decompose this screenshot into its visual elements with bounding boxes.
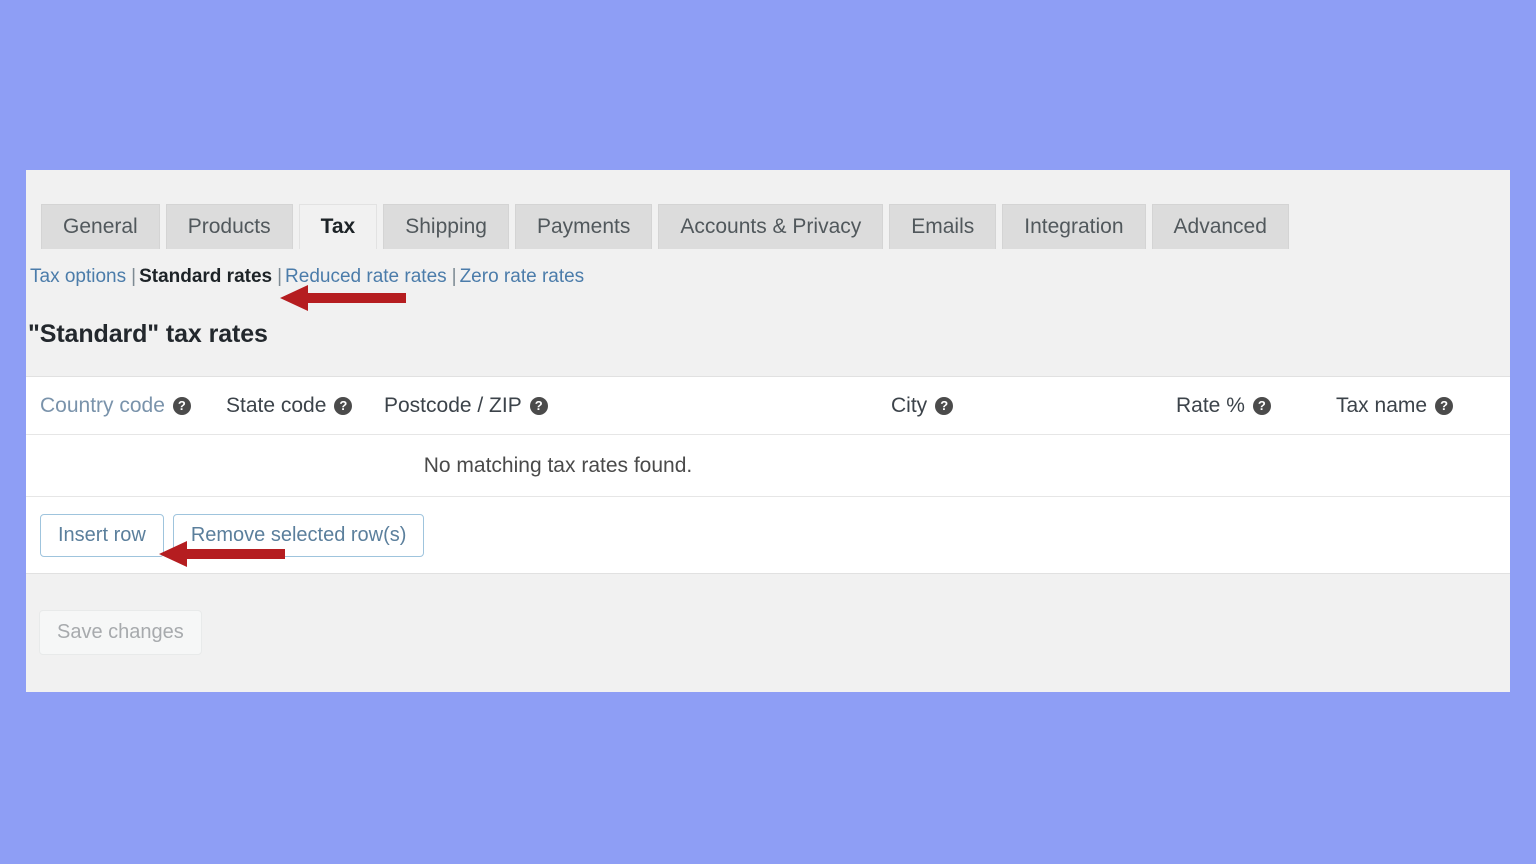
subnav-separator-3: |: [451, 266, 457, 287]
remove-rows-button[interactable]: Remove selected row(s): [172, 513, 425, 557]
tab-emails[interactable]: Emails: [889, 204, 997, 249]
page-title: "Standard" tax rates: [28, 320, 268, 348]
tax-subnav: Tax options | Standard rates | Reduced rate …: [26, 248, 1510, 286]
help-icon[interactable]: ?: [935, 396, 954, 415]
column-label-tax-name: Tax name: [1336, 393, 1428, 417]
tab-general[interactable]: General: [41, 204, 160, 249]
tab-integration[interactable]: Integration: [1002, 204, 1146, 249]
help-icon[interactable]: ?: [529, 396, 548, 415]
tax-rates-table-header: Country code ? State code ? Postcode / Z…: [26, 377, 1510, 435]
column-header-state-code[interactable]: State code ?: [226, 394, 384, 418]
column-header-postcode-zip[interactable]: Postcode / ZIP ?: [384, 394, 891, 418]
tab-payments[interactable]: Payments: [514, 204, 653, 249]
tab-advanced[interactable]: Advanced: [1151, 204, 1289, 249]
help-icon[interactable]: ?: [172, 396, 191, 415]
help-icon[interactable]: ?: [334, 396, 353, 415]
subnav-item-reduced-rate-rates[interactable]: Reduced rate rates: [285, 266, 447, 287]
column-label-city: City: [891, 393, 928, 417]
column-header-country-code[interactable]: Country code ?: [40, 394, 226, 418]
column-header-tax-name[interactable]: Tax name ?: [1336, 394, 1496, 418]
table-actions-row: Insert row Remove selected row(s): [26, 497, 1510, 573]
subnav-item-tax-options[interactable]: Tax options: [30, 266, 126, 287]
tab-products[interactable]: Products: [165, 204, 293, 249]
column-header-rate-percent[interactable]: Rate % ?: [1176, 394, 1336, 418]
column-label-state-code: State code: [226, 393, 327, 417]
subnav-item-standard-rates[interactable]: Standard rates: [139, 266, 272, 287]
settings-tab-bar: General Products Tax Shipping Payments A…: [26, 170, 1510, 249]
empty-state-message: No matching tax rates found.: [26, 435, 1510, 497]
save-changes-button[interactable]: Save changes: [39, 610, 202, 655]
subnav-separator-1: |: [131, 266, 137, 287]
help-icon[interactable]: ?: [1435, 396, 1454, 415]
tab-accounts-privacy[interactable]: Accounts & Privacy: [658, 204, 884, 249]
column-label-postcode-zip: Postcode / ZIP: [384, 393, 522, 417]
insert-row-button[interactable]: Insert row: [40, 513, 164, 557]
column-label-rate-percent: Rate %: [1176, 393, 1245, 417]
help-icon[interactable]: ?: [1252, 396, 1271, 415]
column-header-city[interactable]: City ?: [891, 394, 1176, 418]
woocommerce-settings-panel: General Products Tax Shipping Payments A…: [26, 170, 1510, 692]
form-footer: Save changes: [26, 574, 1510, 655]
tab-shipping[interactable]: Shipping: [383, 204, 509, 249]
tax-rates-table: Country code ? State code ? Postcode / Z…: [26, 376, 1510, 574]
tab-tax[interactable]: Tax: [298, 204, 378, 249]
column-label-country-code: Country code: [40, 393, 165, 417]
subnav-separator-2: |: [277, 266, 283, 287]
subnav-item-zero-rate-rates[interactable]: Zero rate rates: [460, 266, 585, 287]
